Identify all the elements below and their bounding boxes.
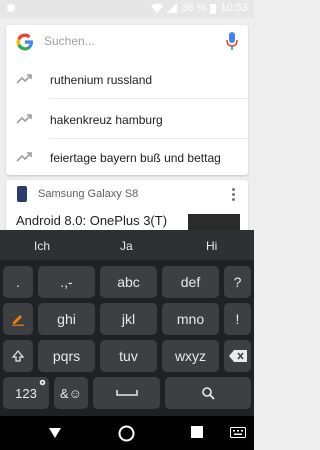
navigation-bar <box>0 416 254 450</box>
emoji-key[interactable]: &☺ <box>54 377 88 409</box>
trending-icon <box>16 74 32 84</box>
key-ghi[interactable]: ghi <box>38 303 95 335</box>
prediction-item[interactable]: Ja <box>120 239 133 253</box>
prediction-item[interactable]: Ich <box>34 239 50 253</box>
shift-icon <box>11 350 25 362</box>
suggestion-text: hakenkreuz hamburg <box>50 113 163 127</box>
prediction-item[interactable]: Hi <box>206 239 217 253</box>
google-logo-icon <box>16 33 33 51</box>
back-icon[interactable] <box>47 425 63 441</box>
keyboard-switch-icon[interactable] <box>230 427 246 438</box>
battery-percent: 36 % <box>181 2 207 14</box>
phone-icon <box>17 186 27 202</box>
keyboard: Ich Ja Hi . .,- abc def ? ghi jkl mno ! … <box>0 230 254 416</box>
suggestion-item[interactable]: feiertage bayern buß und bettag <box>6 139 248 177</box>
search-key[interactable] <box>165 377 251 409</box>
space-key[interactable] <box>93 377 160 409</box>
handwriting-key[interactable] <box>3 303 33 335</box>
key-exclaim[interactable]: ! <box>224 303 251 335</box>
news-headline: Android 8.0: OnePlus 3(T) <box>16 213 168 228</box>
search-input[interactable]: Suchen... <box>44 34 95 48</box>
space-icon <box>115 390 138 396</box>
battery-icon <box>210 3 217 14</box>
search-bar[interactable]: Suchen... <box>6 25 248 58</box>
key-def[interactable]: def <box>162 266 219 298</box>
wifi-icon <box>151 3 164 13</box>
notification-icon <box>7 4 15 12</box>
numbers-key[interactable]: 123 <box>3 377 49 409</box>
suggestion-text: ruthenium russland <box>50 73 153 87</box>
prediction-bar: Ich Ja Hi <box>0 230 254 260</box>
key-abc[interactable]: abc <box>100 266 157 298</box>
signal-icon <box>167 3 178 13</box>
trending-icon <box>16 152 32 162</box>
more-options-icon[interactable] <box>232 188 236 202</box>
status-bar: 36 % 10:53 <box>0 0 254 18</box>
trending-icon <box>16 114 32 124</box>
divider <box>50 98 248 99</box>
key-tuv[interactable]: tuv <box>100 340 157 372</box>
suggestion-text: feiertage bayern buß und bettag <box>50 151 221 165</box>
settings-icon <box>39 379 46 386</box>
pencil-icon <box>12 315 24 326</box>
suggestion-item[interactable]: hakenkreuz hamburg <box>6 101 248 139</box>
search-card: Suchen... ruthenium russland hakenkreuz … <box>6 25 248 175</box>
backspace-icon <box>228 350 247 362</box>
numbers-key-label: 123 <box>15 385 37 401</box>
clock: 10:53 <box>220 2 248 14</box>
key-pqrs[interactable]: pqrs <box>38 340 95 372</box>
home-icon[interactable] <box>118 425 135 442</box>
key-jkl[interactable]: jkl <box>100 303 157 335</box>
shift-key[interactable] <box>3 340 33 372</box>
key-wxyz[interactable]: wxyz <box>162 340 219 372</box>
search-icon <box>202 387 215 400</box>
news-source: Samsung Galaxy S8 <box>38 188 139 200</box>
key-period[interactable]: . <box>3 266 33 298</box>
key-question[interactable]: ? <box>224 266 251 298</box>
suggestion-item[interactable]: ruthenium russland <box>6 61 248 99</box>
recents-icon[interactable] <box>190 425 204 439</box>
key-punctuation[interactable]: .,- <box>38 266 95 298</box>
backspace-key[interactable] <box>224 340 251 372</box>
key-mno[interactable]: mno <box>162 303 219 335</box>
microphone-icon[interactable] <box>226 31 238 51</box>
